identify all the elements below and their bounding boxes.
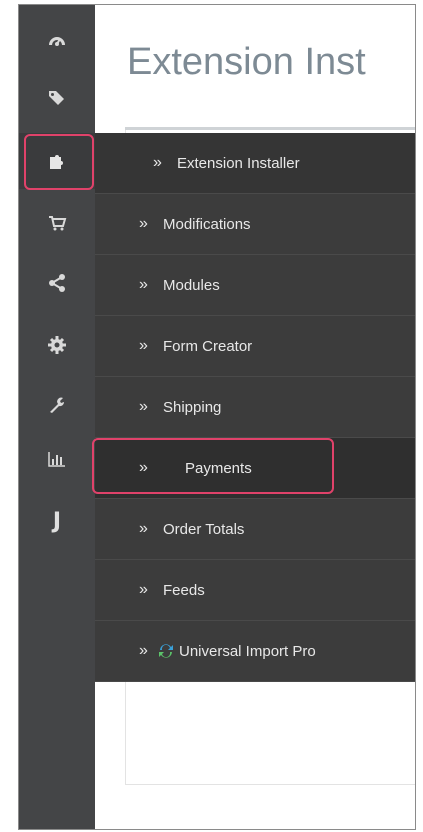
submenu-item-universal-import-pro[interactable]: » Universal Import Pro — [95, 621, 415, 682]
submenu-item-label: Form Creator — [163, 337, 253, 355]
submenu-item-order-totals[interactable]: » Order Totals — [95, 499, 415, 560]
chevron-right-icon: » — [139, 642, 148, 659]
screenshot-frame: J Extension Inst » Extension Installer »… — [18, 4, 416, 830]
chevron-right-icon: » — [139, 215, 148, 232]
icon-sidebar: J — [19, 5, 95, 829]
share-icon[interactable] — [19, 255, 95, 311]
chevron-right-icon: » — [153, 154, 162, 171]
submenu-item-label: Shipping — [163, 398, 222, 416]
chevron-right-icon: » — [139, 520, 148, 537]
chevron-right-icon: » — [139, 337, 148, 354]
sync-icon — [157, 642, 175, 660]
chevron-right-icon: » — [139, 398, 148, 415]
submenu-item-label: Order Totals — [163, 520, 245, 538]
extensions-submenu: » Extension Installer » Modifications » … — [95, 133, 415, 682]
chevron-right-icon: » — [139, 276, 148, 293]
submenu-item-extension-installer[interactable]: » Extension Installer — [95, 133, 415, 194]
gear-icon[interactable] — [19, 317, 95, 373]
chevron-right-icon: » — [139, 581, 148, 598]
cart-icon[interactable] — [19, 195, 95, 251]
j-logo-icon[interactable]: J — [19, 493, 95, 549]
submenu-item-modules[interactable]: » Modules — [95, 255, 415, 316]
wrench-icon[interactable] — [19, 377, 95, 433]
submenu-item-shipping[interactable]: » Shipping — [95, 377, 415, 438]
submenu-item-modifications[interactable]: » Modifications — [95, 194, 415, 255]
submenu-item-label: Feeds — [163, 581, 205, 599]
submenu-item-label: Modifications — [163, 215, 251, 233]
submenu-item-label: Modules — [163, 276, 220, 294]
submenu-item-form-creator[interactable]: » Form Creator — [95, 316, 415, 377]
highlight-box-extensions-icon — [24, 134, 94, 190]
submenu-item-feeds[interactable]: » Feeds — [95, 560, 415, 621]
submenu-item-label: Extension Installer — [177, 154, 300, 172]
page-title: Extension Inst — [127, 41, 366, 83]
dashboard-icon[interactable] — [19, 13, 95, 69]
highlight-box-payments — [92, 438, 334, 494]
tags-icon[interactable] — [19, 69, 95, 125]
submenu-item-label: Universal Import Pro — [179, 642, 316, 660]
bar-chart-icon[interactable] — [19, 431, 95, 487]
